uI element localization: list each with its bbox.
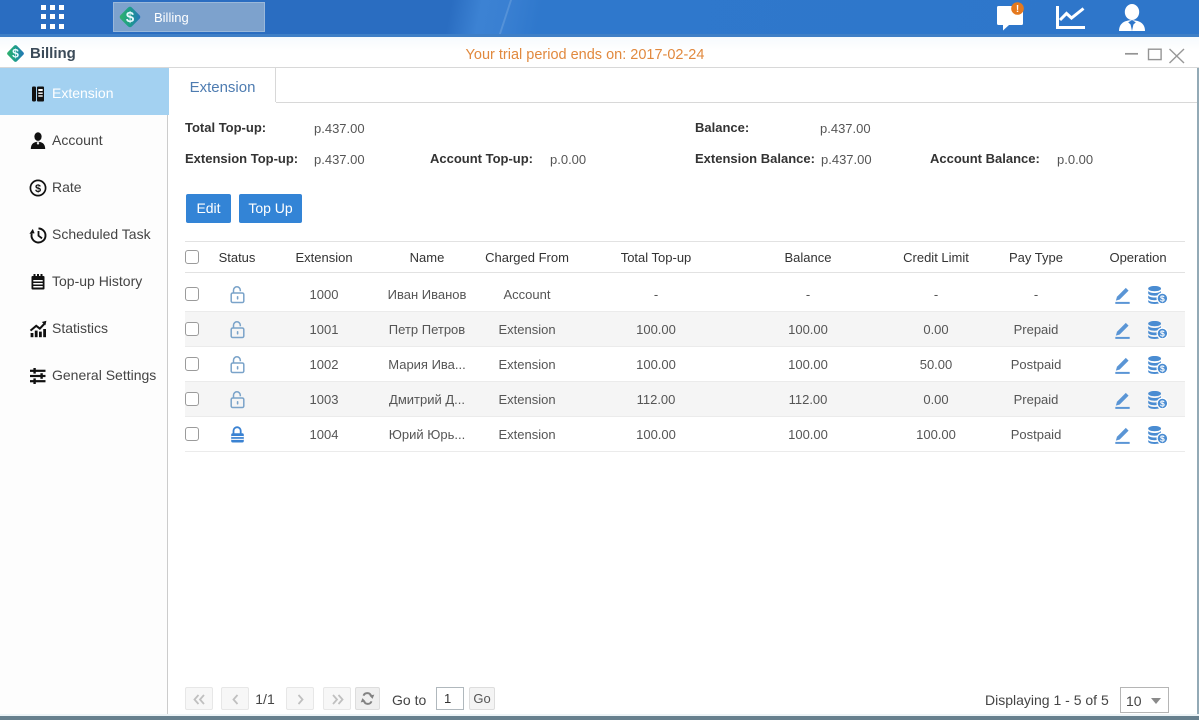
svg-text:$: $: [35, 183, 41, 195]
svg-text:$: $: [1160, 328, 1165, 338]
svg-text:$: $: [126, 9, 135, 26]
svg-text:$: $: [1160, 363, 1165, 373]
svg-text:$: $: [1160, 433, 1165, 443]
svg-text:$: $: [1160, 398, 1165, 408]
svg-text:$: $: [1160, 293, 1165, 303]
svg-text:!: !: [1016, 4, 1019, 15]
